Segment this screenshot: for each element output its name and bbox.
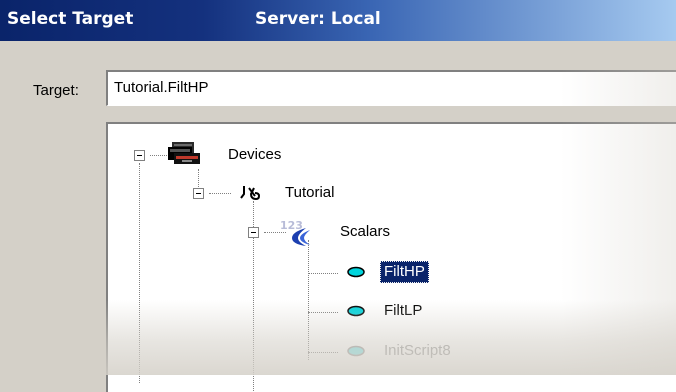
tree-item-filtlp[interactable]: FiltLP [384, 300, 422, 322]
scalar-item-icon [347, 345, 365, 357]
svg-text:123: 123 [280, 219, 303, 232]
scalar-item-icon [347, 305, 365, 317]
target-input[interactable]: Tutorial.FiltHP [106, 70, 676, 106]
collapse-scalars-toggle[interactable] [248, 227, 259, 238]
tree-line [308, 352, 338, 353]
device-connector-icon [240, 186, 261, 201]
collapse-devices-toggle[interactable] [134, 150, 145, 161]
scalars-folder-icon: 123 [280, 219, 310, 246]
scalar-item-icon [347, 266, 365, 278]
tree-line [150, 155, 167, 156]
target-tree[interactable]: Devices Tutorial 123 Scalars FiltHP Filt… [106, 122, 676, 392]
tree-node-tutorial[interactable]: Tutorial [285, 182, 334, 204]
target-label: Target: [33, 82, 79, 99]
tree-line [209, 193, 231, 194]
server-label: Server: Local [255, 9, 381, 29]
devices-icon [168, 142, 200, 164]
tree-node-scalars[interactable]: Scalars [340, 221, 390, 243]
tree-line [308, 240, 309, 360]
window-title: Select Target [7, 9, 134, 29]
tree-line [139, 163, 140, 383]
tree-line [198, 169, 199, 189]
tree-node-devices[interactable]: Devices [228, 144, 281, 166]
tree-line [308, 312, 338, 313]
tree-item-initscript8[interactable]: InitScript8 [384, 340, 451, 362]
tree-item-filthp[interactable]: FiltHP [380, 261, 429, 283]
title-bar: Select Target Server: Local [0, 0, 676, 41]
collapse-tutorial-toggle[interactable] [193, 188, 204, 199]
tree-line [308, 273, 338, 274]
